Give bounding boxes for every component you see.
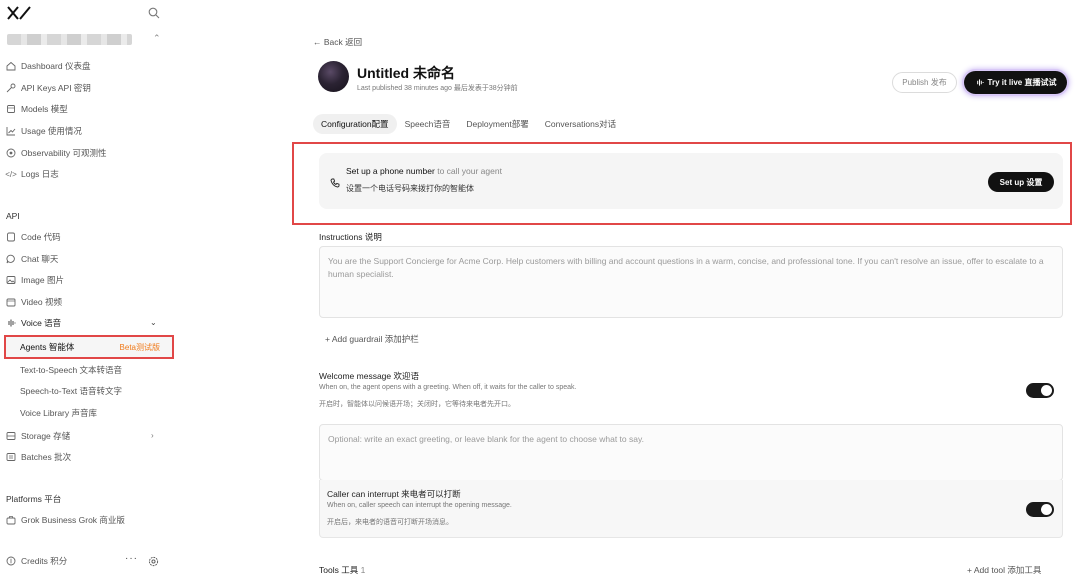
sidebar-item-api-keys[interactable]: API Keys API 密钥 bbox=[6, 80, 91, 96]
phone-setup-desc: 设置一个电话号码来拨打你的智能体 bbox=[346, 184, 474, 193]
phone-icon bbox=[330, 178, 340, 188]
welcome-message-label: Welcome message 欢迎语 bbox=[319, 371, 419, 381]
storage-icon bbox=[6, 431, 16, 441]
cube-icon bbox=[6, 104, 16, 114]
tools-label: Tools 工具 bbox=[319, 565, 359, 575]
agent-avatar bbox=[318, 61, 349, 92]
code-file-icon bbox=[6, 232, 16, 242]
video-icon bbox=[6, 297, 16, 307]
workspace-name-blurred bbox=[7, 33, 132, 45]
tab-deployment[interactable]: Deployment部署 bbox=[458, 114, 536, 134]
sidebar-item-models[interactable]: Models 模型 bbox=[6, 101, 68, 117]
welcome-message-toggle[interactable] bbox=[1026, 383, 1054, 398]
image-icon bbox=[6, 275, 16, 285]
eye-icon bbox=[6, 148, 16, 158]
sidebar-item-label: Batches 批次 bbox=[21, 452, 72, 462]
add-tool-button[interactable]: + Add tool 添加工具 bbox=[967, 564, 1041, 576]
tab-speech[interactable]: Speech语音 bbox=[397, 114, 459, 134]
publish-button[interactable]: Publish 发布 bbox=[892, 72, 957, 93]
set-up-button[interactable]: Set up 设置 bbox=[988, 172, 1054, 192]
sidebar-item-label: Chat 聊天 bbox=[21, 254, 59, 264]
phone-setup-title-main: Set up a phone number bbox=[346, 166, 435, 176]
chart-icon bbox=[6, 126, 16, 136]
sidebar-item-text-to-speech[interactable]: Text-to-Speech 文本转语音 bbox=[20, 364, 122, 376]
sidebar-item-batches[interactable]: Batches 批次 bbox=[6, 449, 71, 465]
sidebar-item-label: Logs 日志 bbox=[21, 169, 59, 179]
sidebar-item-image[interactable]: Image 图片 bbox=[6, 272, 64, 288]
waveform-icon bbox=[6, 318, 16, 328]
sidebar-item-label: Storage 存储 bbox=[21, 431, 71, 441]
phone-setup-title-muted: to call your agent bbox=[434, 166, 502, 176]
add-guardrail-button[interactable]: + Add guardrail 添加护栏 bbox=[325, 333, 419, 345]
caller-interrupt-toggle[interactable] bbox=[1026, 502, 1054, 517]
sidebar-item-label: Grok Business Grok 商业版 bbox=[21, 515, 125, 525]
coin-icon bbox=[6, 556, 16, 566]
sidebar-item-code[interactable]: Code 代码 bbox=[6, 229, 61, 245]
home-icon bbox=[6, 61, 16, 71]
try-it-live-button[interactable]: Try it live 直播试试 bbox=[964, 71, 1067, 94]
caller-interrupt-desc-en: When on, caller speech can interrupt the… bbox=[327, 502, 512, 509]
agent-title: Untitled 未命名 bbox=[357, 65, 455, 81]
instructions-textarea[interactable]: You are the Support Concierge for Acme C… bbox=[319, 246, 1063, 318]
sidebar-item-label: Usage 使用情况 bbox=[21, 126, 82, 136]
sidebar-item-agents[interactable]: Agents 智能体 Beta测试版 bbox=[4, 335, 174, 359]
more-options-icon[interactable]: ··· bbox=[125, 553, 138, 564]
sidebar-item-logs[interactable]: </> Logs 日志 bbox=[5, 166, 59, 182]
welcome-message-textarea[interactable]: Optional: write an exact greeting, or le… bbox=[319, 424, 1063, 481]
tab-bar: Configuration配置 Speech语音 Deployment部署 Co… bbox=[313, 114, 624, 134]
waveform-icon bbox=[976, 79, 984, 86]
tab-conversations[interactable]: Conversations对话 bbox=[537, 114, 624, 134]
sidebar-item-label: Dashboard 仪表盘 bbox=[21, 61, 91, 71]
back-link[interactable]: ← Back 返回 bbox=[313, 36, 362, 48]
last-published-text: Last published 38 minutes ago 最后发表于38分钟前 bbox=[357, 85, 518, 92]
welcome-desc-zh: 开启时，智能体以问候语开场；关闭时，它等待来电者先开口。 bbox=[319, 401, 515, 408]
batches-icon bbox=[6, 452, 16, 462]
chevron-right-icon[interactable]: › bbox=[151, 431, 154, 440]
beta-badge: Beta测试版 bbox=[119, 342, 160, 352]
sidebar: ⌃ Dashboard 仪表盘 API Keys API 密钥 Models 模… bbox=[0, 0, 175, 577]
caller-interrupt-desc-zh: 开启后，来电者的语音可打断开场消息。 bbox=[327, 519, 453, 526]
tab-configuration[interactable]: Configuration配置 bbox=[313, 114, 397, 134]
sidebar-item-chat[interactable]: Chat 聊天 bbox=[6, 251, 58, 267]
sidebar-item-voice[interactable]: Voice 语音 bbox=[6, 315, 61, 331]
instructions-label: Instructions 说明 bbox=[319, 232, 382, 242]
caller-interrupt-label: Caller can interrupt 来电者可以打断 bbox=[327, 489, 461, 499]
sidebar-item-speech-to-text[interactable]: Speech-to-Text 语音转文字 bbox=[20, 385, 122, 397]
credits-link[interactable]: Credits 积分 bbox=[6, 555, 67, 567]
phone-setup-title: Set up a phone number to call your agent bbox=[346, 166, 502, 176]
tools-header: Tools 工具 1 bbox=[319, 564, 365, 576]
key-icon bbox=[6, 83, 16, 93]
sidebar-item-voice-library[interactable]: Voice Library 声音库 bbox=[20, 407, 97, 419]
gear-icon[interactable] bbox=[148, 556, 159, 567]
sidebar-item-observability[interactable]: Observability 可观测性 bbox=[6, 145, 107, 161]
chevron-down-icon[interactable]: ⌄ bbox=[150, 318, 157, 327]
sidebar-item-label: Video 视频 bbox=[21, 297, 62, 307]
tools-count: 1 bbox=[360, 565, 366, 575]
chat-bubble-icon bbox=[6, 254, 16, 264]
sidebar-item-label: Voice 语音 bbox=[21, 318, 62, 328]
chevron-updown-icon: ⌃ bbox=[153, 33, 161, 43]
code-icon: </> bbox=[5, 169, 17, 179]
search-icon[interactable] bbox=[148, 7, 160, 19]
sidebar-item-label: Models 模型 bbox=[21, 104, 68, 114]
section-label-platforms: Platforms 平台 bbox=[6, 494, 62, 504]
sidebar-item-dashboard[interactable]: Dashboard 仪表盘 bbox=[6, 58, 90, 74]
sidebar-item-video[interactable]: Video 视频 bbox=[6, 294, 62, 310]
briefcase-icon bbox=[6, 515, 16, 525]
credits-label: Credits 积分 bbox=[21, 556, 68, 566]
sidebar-item-label: API Keys API 密钥 bbox=[21, 83, 91, 93]
workspace-selector[interactable]: ⌃ bbox=[7, 32, 161, 46]
sidebar-item-grok-business[interactable]: Grok Business Grok 商业版 bbox=[6, 512, 125, 528]
sidebar-item-usage[interactable]: Usage 使用情况 bbox=[6, 123, 82, 139]
sidebar-item-label: Code 代码 bbox=[21, 232, 61, 242]
xai-logo-icon[interactable] bbox=[7, 6, 31, 20]
section-label-api: API bbox=[6, 211, 20, 221]
sidebar-item-label: Observability 可观测性 bbox=[21, 148, 107, 158]
sidebar-item-label: Agents 智能体 bbox=[20, 342, 75, 352]
try-it-live-label: Try it live 直播试试 bbox=[987, 78, 1057, 87]
welcome-desc-en: When on, the agent opens with a greeting… bbox=[319, 384, 577, 391]
sidebar-item-label: Image 图片 bbox=[21, 275, 64, 285]
sidebar-item-storage[interactable]: Storage 存储 bbox=[6, 428, 70, 444]
